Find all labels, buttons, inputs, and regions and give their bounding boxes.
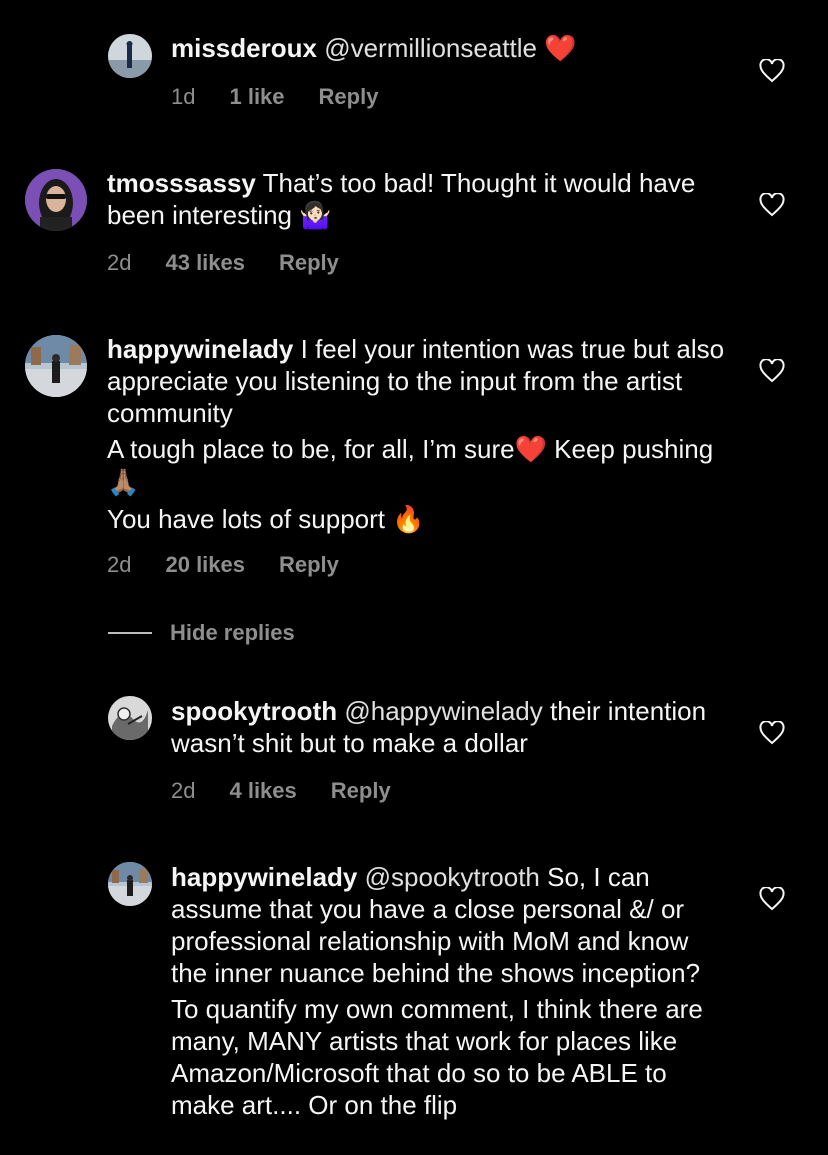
- comment-text-line2: To quantify my own comment, I think ther…: [171, 994, 703, 1120]
- avatar[interactable]: [108, 34, 152, 78]
- praying-hands-emoji: 🙏🏽: [107, 468, 140, 498]
- like-heart-icon[interactable]: [759, 721, 785, 745]
- like-heart-icon[interactable]: [759, 59, 785, 83]
- comment-text-line3: Keep pushing: [546, 434, 714, 464]
- reply-button[interactable]: Reply: [279, 250, 339, 276]
- like-heart-icon[interactable]: [759, 887, 785, 911]
- likes-count[interactable]: 4 likes: [229, 778, 296, 804]
- mention-link[interactable]: @vermillionseattle: [324, 33, 537, 63]
- likes-count[interactable]: 43 likes: [165, 250, 245, 276]
- likes-count[interactable]: 20 likes: [165, 552, 245, 578]
- avatar[interactable]: [108, 862, 152, 906]
- fire-emoji: 🔥: [392, 505, 425, 535]
- comment-text-line2: A tough place to be, for all, I’m sure: [107, 434, 515, 464]
- comment-username[interactable]: tmosssassy: [107, 168, 256, 198]
- likes-count[interactable]: 1 like: [229, 84, 284, 110]
- like-heart-icon[interactable]: [759, 359, 785, 383]
- comment-time: 2d: [171, 778, 196, 803]
- mention-link[interactable]: @happywinelady: [344, 696, 542, 726]
- reply-button[interactable]: Reply: [279, 552, 339, 578]
- comment-username[interactable]: happywinelady: [107, 334, 293, 364]
- comment-time: 2d: [107, 552, 132, 577]
- reply-button[interactable]: Reply: [319, 84, 379, 110]
- heart-emoji: ❤️: [514, 435, 547, 465]
- reply-button[interactable]: Reply: [331, 778, 391, 804]
- comment-time: 1d: [171, 84, 196, 109]
- comment-text-line4: You have lots of support: [107, 504, 386, 534]
- hide-replies-divider: [108, 632, 152, 634]
- heart-emoji: ❤️: [544, 34, 577, 64]
- hide-replies-button[interactable]: Hide replies: [108, 620, 295, 646]
- comment-username[interactable]: missderoux: [171, 33, 317, 63]
- mention-link[interactable]: @spookytrooth: [365, 862, 540, 892]
- comment-time: 2d: [107, 250, 132, 275]
- avatar[interactable]: [108, 696, 152, 740]
- comment-username[interactable]: spookytrooth: [171, 696, 337, 726]
- avatar[interactable]: [25, 169, 87, 231]
- like-heart-icon[interactable]: [759, 193, 785, 217]
- hide-replies-label: Hide replies: [170, 620, 295, 645]
- avatar[interactable]: [25, 335, 87, 397]
- comment-username[interactable]: happywinelady: [171, 862, 357, 892]
- shrug-emoji: 🤷🏻‍♀️: [299, 201, 332, 231]
